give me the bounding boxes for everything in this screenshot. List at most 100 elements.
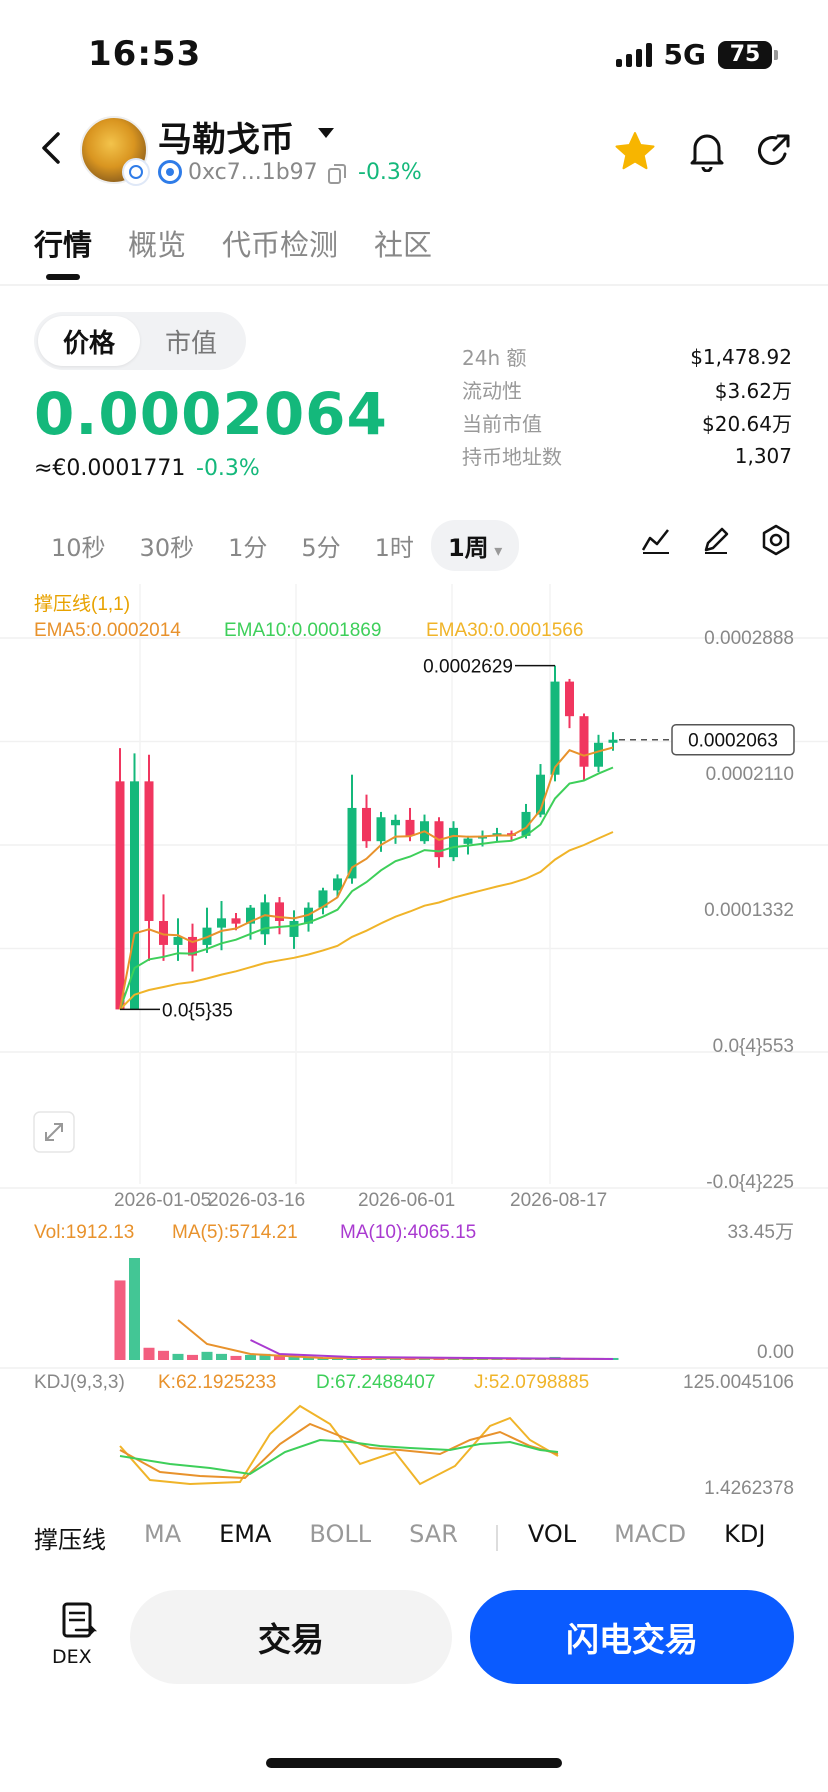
candle-body: [405, 819, 415, 836]
candle-body: [449, 827, 458, 858]
y-tick-label: 0.0001332: [704, 900, 794, 921]
candle-body: [231, 918, 241, 924]
volume-bar: [143, 1347, 155, 1360]
y-tick-label: 0.0002888: [704, 628, 794, 649]
tab-ma[interactable]: MA: [144, 1520, 181, 1555]
tab-token-check[interactable]: 代币检测: [222, 222, 338, 264]
interval-selector: 10秒 30秒 1分 5分 1时 1周: [34, 520, 520, 571]
volume-bar: [158, 1350, 169, 1360]
dex-icon[interactable]: [50, 1600, 106, 1644]
current-price: 0.0002064: [34, 380, 388, 448]
volume-bar: [201, 1351, 213, 1360]
candle-body: [608, 739, 618, 743]
toggle-market-cap[interactable]: 市值: [140, 316, 242, 366]
stat-value: $20.64万: [702, 412, 792, 436]
back-arrow-icon[interactable]: [34, 130, 70, 166]
copy-icon[interactable]: [328, 164, 346, 184]
stat-label: 24h 额: [462, 346, 527, 370]
tab-market[interactable]: 行情: [34, 222, 92, 264]
candle-body: [173, 936, 183, 945]
tab-macd[interactable]: MACD: [614, 1520, 686, 1555]
interval-30s[interactable]: 30秒: [123, 520, 212, 571]
chain-icon: [158, 160, 182, 184]
y-tick-label: 0.0002110: [706, 764, 794, 785]
candle-body: [362, 807, 371, 842]
volume-bar: [172, 1353, 184, 1360]
tab-separator: [495, 1524, 498, 1551]
y-tick-label: 0.0{4}553: [713, 1036, 794, 1057]
avatar-badge-icon: [122, 158, 150, 186]
tab-boll[interactable]: BOLL: [309, 1520, 371, 1555]
vol-ma5-legend: MA(5):5714.21: [172, 1222, 298, 1243]
tab-overview[interactable]: 概览: [128, 222, 186, 264]
stat-row: 24h 额 $1,478.92: [462, 340, 792, 373]
share-icon[interactable]: [754, 132, 792, 170]
candle-body: [565, 681, 574, 717]
star-icon[interactable]: [614, 130, 656, 172]
volume-bar: [187, 1354, 198, 1360]
high-label: 0.0002629: [423, 657, 513, 678]
kdj-d-legend: D:67.2488407: [316, 1372, 435, 1393]
vol-max-label: 33.45万: [727, 1222, 794, 1243]
stat-label: 流动性: [462, 379, 522, 403]
volume-bar: [216, 1353, 227, 1360]
stat-label: 当前市值: [462, 412, 542, 436]
candle-body: [289, 920, 299, 937]
battery-level: 75: [729, 42, 761, 67]
candle-body: [550, 681, 560, 775]
token-name[interactable]: 马勒戈币: [158, 112, 294, 161]
token-change: -0.3%: [358, 160, 422, 185]
settings-hex-icon[interactable]: [760, 524, 792, 556]
candle-body: [144, 781, 154, 921]
chevron-down-icon[interactable]: [318, 128, 334, 138]
tab-active-indicator: [46, 274, 80, 280]
candle-body: [217, 918, 226, 928]
status-time: 16:53: [88, 34, 202, 74]
main-tabs: 行情 概览 代币检测 社区: [34, 222, 432, 264]
candle-body: [376, 817, 386, 842]
price-chart[interactable]: 撑压线(1,1) EMA5:0.0002014 EMA10:0.0001869 EMA…: [0, 584, 828, 1514]
trade-button[interactable]: 交易: [130, 1590, 452, 1684]
vol-min-label: 0.00: [757, 1342, 794, 1363]
candle-body: [115, 781, 125, 1010]
toggle-price[interactable]: 价格: [38, 316, 140, 366]
signal-icon: [615, 42, 652, 67]
price-change: -0.3%: [196, 456, 260, 481]
sr-legend: 撑压线(1,1): [34, 593, 130, 615]
kdj-max-label: 125.0045106: [683, 1372, 794, 1393]
stats-panel: 24h 额 $1,478.92 流动性 $3.62万 当前市值 $20.64万 持币地…: [462, 340, 792, 472]
tab-vol[interactable]: VOL: [528, 1520, 576, 1555]
tab-ema[interactable]: EMA: [219, 1520, 271, 1555]
flash-trade-button[interactable]: 闪电交易: [470, 1590, 794, 1684]
draw-pen-icon[interactable]: [700, 524, 732, 556]
bell-icon[interactable]: [688, 130, 726, 172]
stat-label: 持币地址数: [462, 445, 562, 469]
interval-1w[interactable]: 1周: [430, 520, 520, 571]
volume-bar: [245, 1354, 256, 1360]
ema5-legend: EMA5:0.0002014: [34, 620, 181, 641]
vol-ma5-line: [177, 1319, 614, 1360]
tab-support-resistance[interactable]: 撑压线: [34, 1520, 106, 1555]
interval-1h[interactable]: 1时: [358, 520, 431, 571]
tab-kdj[interactable]: KDJ: [724, 1520, 765, 1555]
tab-sar[interactable]: SAR: [409, 1520, 458, 1555]
stat-row: 持币地址数 1,307: [462, 439, 792, 472]
indicator-icon[interactable]: [640, 524, 672, 556]
tab-community[interactable]: 社区: [374, 222, 432, 264]
low-label: 0.0{5}35: [162, 1000, 233, 1021]
x-tick-label: 2026-08-17: [510, 1190, 607, 1211]
stat-row: 当前市值 $20.64万: [462, 406, 792, 439]
stat-value: $3.62万: [714, 379, 792, 403]
volume-bar: [129, 1258, 140, 1360]
kdj-min-label: 1.4262378: [704, 1478, 794, 1499]
ema30-legend: EMA30:0.0001566: [426, 620, 583, 641]
interval-1m[interactable]: 1分: [211, 520, 284, 571]
interval-10s[interactable]: 10秒: [34, 520, 123, 571]
kdj-legend: KDJ(9,3,3): [34, 1372, 125, 1393]
dex-label[interactable]: DEX: [52, 1646, 92, 1668]
token-address: 0xc7...1b97: [188, 160, 318, 185]
vol-ma10-legend: MA(10):4065.15: [340, 1222, 476, 1243]
stat-row: 流动性 $3.62万: [462, 373, 792, 406]
stat-value: $1,478.92: [690, 344, 792, 369]
interval-5m[interactable]: 5分: [284, 520, 357, 571]
